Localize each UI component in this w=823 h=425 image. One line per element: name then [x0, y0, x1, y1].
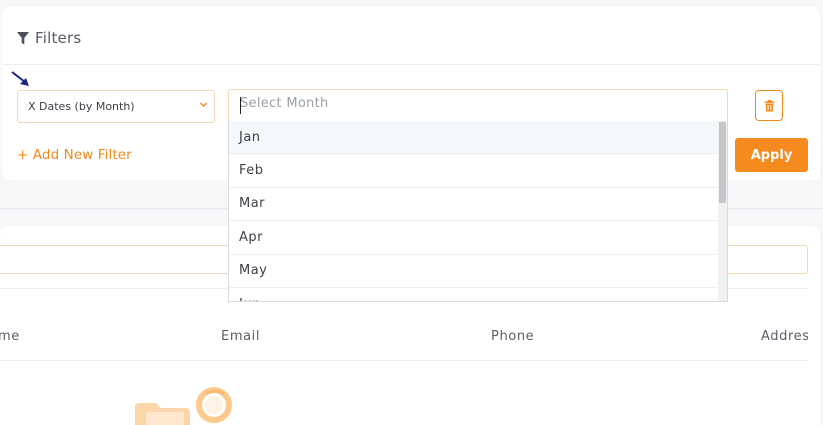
scrollbar-thumb[interactable] [719, 122, 726, 203]
month-option-jun[interactable]: Jun [229, 288, 719, 301]
dropdown-scrollbar[interactable] [718, 121, 727, 301]
filter-icon [17, 31, 29, 44]
filters-title: Filters [35, 29, 82, 47]
filters-heading: Filters [17, 29, 81, 47]
divider [2, 64, 820, 65]
month-option-jan[interactable]: Jan [229, 121, 719, 155]
column-header-name[interactable]: me [0, 329, 20, 344]
chevron-down-icon [200, 102, 207, 107]
mouse-cursor-icon [11, 71, 29, 86]
column-header-address[interactable]: Address [761, 329, 808, 344]
month-option-feb[interactable]: Feb [229, 154, 719, 188]
column-header-phone[interactable]: Phone [491, 329, 534, 344]
empty-folder-illustration [135, 387, 232, 425]
filter-field-select[interactable]: X Dates (by Month) [17, 90, 215, 123]
month-dropdown: Jan Feb Mar Apr May Jun [228, 121, 728, 302]
add-new-filter-link[interactable]: + Add New Filter [17, 147, 132, 163]
month-option-apr[interactable]: Apr [229, 221, 719, 255]
table-header-divider [0, 360, 808, 361]
text-caret [240, 97, 241, 114]
month-placeholder: Select Month [240, 96, 329, 111]
trash-icon [764, 99, 774, 111]
month-search-input[interactable]: Select Month [228, 89, 728, 122]
month-option-may[interactable]: May [229, 255, 719, 288]
apply-button[interactable]: Apply [735, 138, 808, 172]
filter-field-value: X Dates (by Month) [28, 100, 135, 113]
column-header-email[interactable]: Email [221, 329, 260, 344]
delete-filter-button[interactable] [755, 90, 783, 121]
month-option-mar[interactable]: Mar [229, 188, 719, 222]
